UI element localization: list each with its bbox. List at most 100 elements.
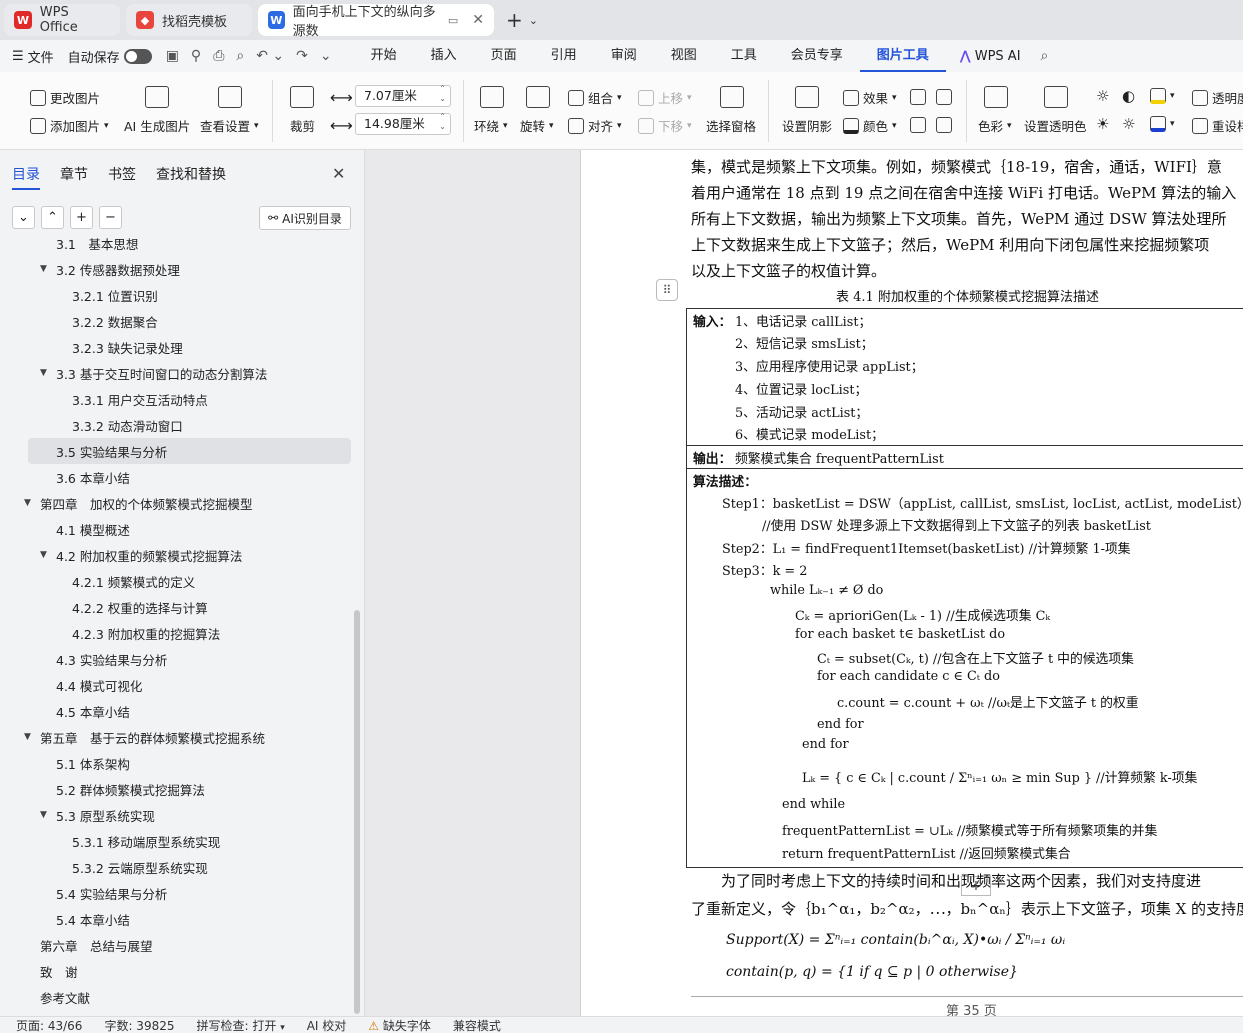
panel-tab-find-replace[interactable]: 查找和替换 xyxy=(156,164,226,190)
shadow-right-icon[interactable] xyxy=(936,89,952,105)
wrap-button[interactable]: 环绕 ▾ xyxy=(474,116,508,135)
ai-image-icon[interactable] xyxy=(145,86,169,108)
toc-item[interactable]: 参考文献 xyxy=(0,984,352,1010)
toc-item[interactable]: 3.2.2 数据聚合 xyxy=(0,308,352,334)
toc-item[interactable]: 5.2 群体频繁模式挖掘算法 xyxy=(0,776,352,802)
crop-button[interactable]: 裁剪 xyxy=(290,116,315,135)
toc-item[interactable]: 3.1 基本思想 xyxy=(0,230,352,256)
toc-item[interactable]: 4.3 实验结果与分析 xyxy=(0,646,352,672)
panel-tab-chapters[interactable]: 章节 xyxy=(60,164,88,190)
word-count[interactable]: 字数: 39825 xyxy=(104,1017,174,1033)
toc-item[interactable]: 3.2.3 缺失记录处理 xyxy=(0,334,352,360)
missing-font[interactable]: ⚠ 缺失字体 xyxy=(368,1017,431,1033)
toc-item[interactable]: 5.4 本章小结 xyxy=(0,906,352,932)
shadow-up-icon[interactable] xyxy=(910,117,926,133)
ai-toc-button[interactable]: ⚯ AI识别目录 xyxy=(259,206,351,230)
brightness-up-icon[interactable]: ☼ xyxy=(1096,87,1109,105)
color-button[interactable]: 颜色 ▾ xyxy=(843,116,897,135)
effects-button[interactable]: 效果 ▾ xyxy=(843,88,897,107)
selection-pane-button[interactable]: 选择窗格 xyxy=(706,116,756,135)
expand-icon[interactable]: ⌃ xyxy=(41,206,64,229)
share-icon[interactable]: ⚲ xyxy=(191,48,201,64)
move-up-button[interactable]: 上移 ▾ xyxy=(638,88,692,107)
file-menu[interactable]: ☰ 文件 xyxy=(12,47,54,66)
collapse-icon[interactable]: ⌄ xyxy=(12,206,35,229)
toc-item[interactable]: ▼ 4.2 附加权重的频繁模式挖掘算法 xyxy=(0,542,352,568)
tab-reference[interactable]: 引用 xyxy=(534,40,594,72)
autosave[interactable]: 自动保存 xyxy=(68,47,152,66)
toc-item[interactable]: 5.1 体系架构 xyxy=(0,750,352,776)
ai-check[interactable]: AI 校对 xyxy=(307,1017,347,1033)
toc-item[interactable]: 4.5 本章小结 xyxy=(0,698,352,724)
spell-check[interactable]: 拼写检查: 打开 ▾ xyxy=(197,1017,285,1033)
monitor-icon[interactable]: ▭ xyxy=(448,14,458,27)
toc-item[interactable]: 4.2.3 附加权重的挖掘算法 xyxy=(0,620,352,646)
toc-item[interactable]: ▼ 第四章 加权的个体频繁模式挖掘模型 xyxy=(0,490,352,516)
toc-item[interactable]: 5.3.2 云端原型系统实现 xyxy=(0,854,352,880)
chevron-down-icon[interactable]: ▼ xyxy=(24,732,36,742)
add-image-button[interactable]: 添加图片 ▾ xyxy=(30,116,109,135)
wrap-icon[interactable] xyxy=(480,86,504,108)
more-chevron-icon[interactable]: ⌄ xyxy=(320,48,332,64)
fill-color-button[interactable]: ▾ xyxy=(1150,88,1175,104)
toc-item[interactable]: 4.4 模式可视化 xyxy=(0,672,352,698)
print-icon[interactable]: ⎙ xyxy=(213,48,224,64)
autosave-toggle[interactable] xyxy=(123,48,152,64)
redo-icon[interactable]: ↷ xyxy=(296,48,308,64)
height-input[interactable]: 14.98厘米 xyxy=(355,112,451,135)
colorize-icon[interactable] xyxy=(984,86,1008,108)
toc-item[interactable]: ▼ 3.2 传感器数据预处理 xyxy=(0,256,352,282)
chevron-down-icon[interactable]: ▼ xyxy=(24,498,36,508)
view-settings-icon[interactable] xyxy=(218,86,242,108)
tab-picture-tools[interactable]: 图片工具 xyxy=(859,40,946,72)
transparency-button[interactable]: 透明度 xyxy=(1192,88,1243,107)
toc-item[interactable]: 3.3.2 动态滑动窗口 xyxy=(0,412,352,438)
toc-item[interactable]: 3.6 本章小结 xyxy=(0,464,352,490)
close-panel-icon[interactable]: ✕ xyxy=(332,164,345,183)
search-icon[interactable]: ⌕ xyxy=(1041,48,1049,64)
save-icon[interactable]: ▣ xyxy=(166,48,179,64)
toc-item[interactable]: 4.1 模型概述 xyxy=(0,516,352,542)
tab-review[interactable]: 审阅 xyxy=(594,40,654,72)
toc-item[interactable]: ▼ 3.3 基于交互时间窗口的动态分割算法 xyxy=(0,360,352,386)
add-heading-icon[interactable]: + xyxy=(70,206,93,229)
toc-item[interactable]: 3.3.1 用户交互活动特点 xyxy=(0,386,352,412)
tab-view[interactable]: 视图 xyxy=(654,40,714,72)
tab-member[interactable]: 会员专享 xyxy=(774,40,860,72)
toc-item[interactable]: ▼ 5.3 原型系统实现 xyxy=(0,802,352,828)
remove-heading-icon[interactable]: − xyxy=(99,206,122,229)
contrast-up-icon[interactable]: ◐ xyxy=(1122,87,1135,105)
shadow-button[interactable]: 设置阴影 xyxy=(782,116,832,135)
tab-home[interactable]: 开始 xyxy=(354,40,414,72)
panel-tab-bookmarks[interactable]: 书签 xyxy=(108,164,136,190)
page-indicator[interactable]: 页面: 43/66 xyxy=(16,1017,82,1033)
tab-insert[interactable]: 插入 xyxy=(414,40,474,72)
tab-tools[interactable]: 工具 xyxy=(714,40,774,72)
rotate-icon[interactable] xyxy=(526,86,550,108)
chevron-down-icon[interactable]: ▼ xyxy=(40,368,52,378)
new-tab-icon[interactable]: + xyxy=(506,8,523,32)
toc-item[interactable]: 第六章 总结与展望 xyxy=(0,932,352,958)
tab-wps-office[interactable]: W WPS Office xyxy=(4,4,120,36)
brightness-down-icon[interactable]: ☀ xyxy=(1096,115,1109,133)
colorize-button[interactable]: 色彩 ▾ xyxy=(978,116,1012,135)
selection-pane-icon[interactable] xyxy=(720,86,744,108)
compat-mode[interactable]: 兼容模式 xyxy=(453,1017,501,1033)
group-button[interactable]: 组合 ▾ xyxy=(568,88,622,107)
move-down-button[interactable]: 下移 ▾ xyxy=(638,116,692,135)
width-input[interactable]: 7.07厘米 xyxy=(355,84,451,107)
tab-current-document[interactable]: W 面向手机上下文的纵向多源数 ▭ ✕ xyxy=(258,4,494,39)
print-preview-icon[interactable]: ⌕ xyxy=(236,48,244,64)
reset-button[interactable]: 重设样 xyxy=(1192,116,1243,135)
panel-tab-toc[interactable]: 目录 xyxy=(12,164,40,190)
rotate-button[interactable]: 旋转 ▾ xyxy=(520,116,554,135)
contrast-down-icon[interactable]: ☼ xyxy=(1122,115,1135,133)
shadow-left-icon[interactable] xyxy=(910,89,926,105)
tab-daoke-templates[interactable]: ◆ 找稻壳模板 xyxy=(126,4,252,36)
view-settings-button[interactable]: 查看设置 ▾ xyxy=(200,116,259,135)
toc-item[interactable]: 3.2.1 位置识别 xyxy=(0,282,352,308)
ai-generate-image-button[interactable]: AI 生成图片 xyxy=(124,116,190,135)
change-image-button[interactable]: 更改图片 xyxy=(30,88,100,107)
shadow-icon[interactable] xyxy=(795,86,819,108)
chevron-down-icon[interactable]: ▼ xyxy=(40,550,52,560)
